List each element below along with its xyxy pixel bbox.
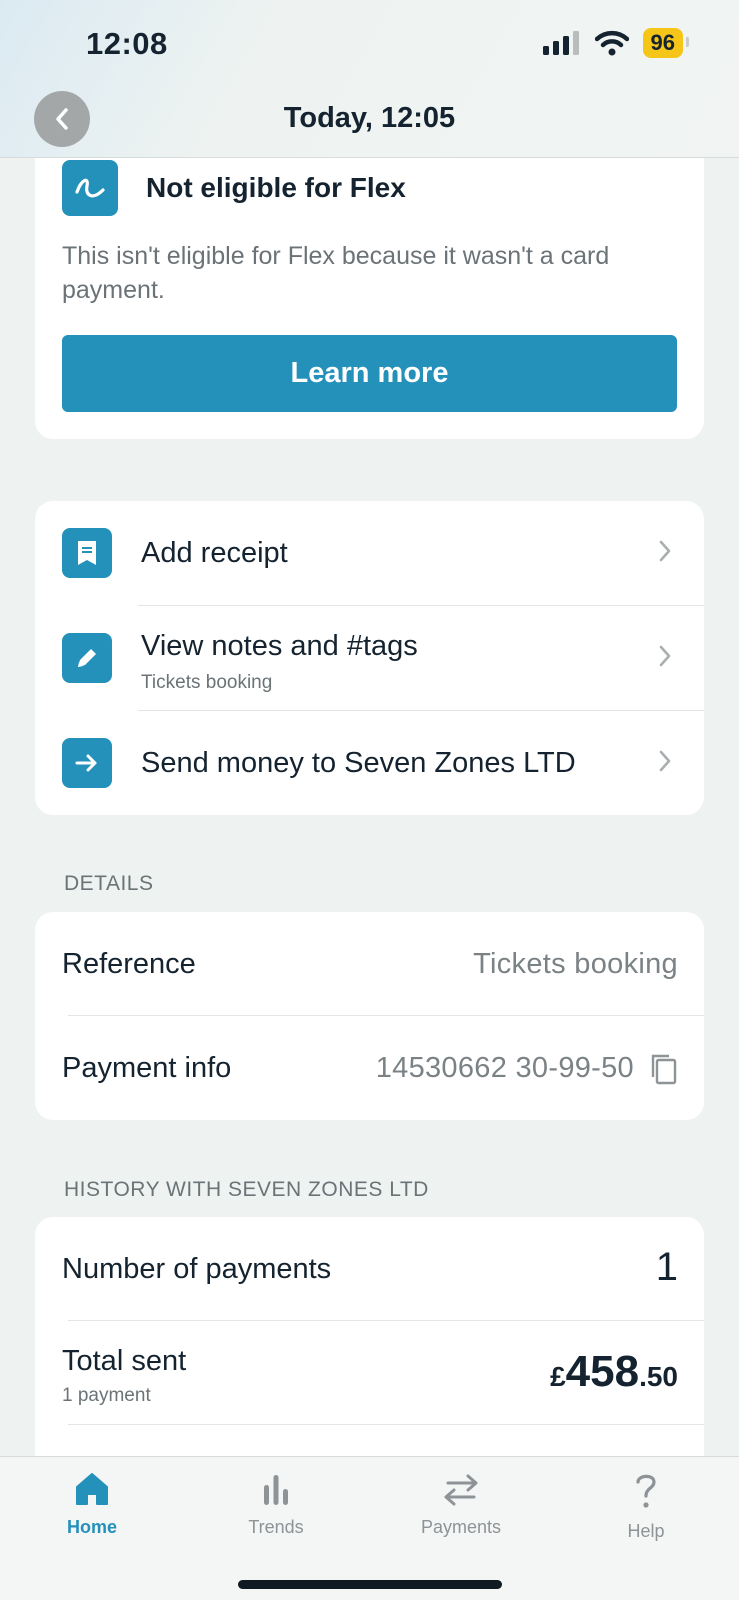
question-mark-icon	[636, 1474, 656, 1508]
battery-indicator: 96	[642, 28, 690, 58]
view-notes-label: View notes and #tags	[141, 630, 418, 662]
status-time: 12:08	[86, 26, 168, 61]
currency-symbol: £	[550, 1361, 566, 1392]
tab-home-label: Home	[66, 1517, 117, 1537]
send-money-row[interactable]: Send money to Seven Zones LTD	[35, 711, 704, 815]
tab-trends[interactable]: Trends	[206, 1471, 346, 1538]
reference-label: Reference	[62, 948, 196, 980]
receipt-icon	[62, 528, 112, 578]
copy-icon[interactable]	[648, 1052, 678, 1086]
bar-chart-icon	[264, 1475, 288, 1505]
reference-row: Reference Tickets booking	[35, 912, 704, 1016]
chevron-right-icon	[659, 645, 671, 667]
tab-trends-label: Trends	[248, 1517, 304, 1537]
flex-title: Not eligible for Flex	[146, 172, 406, 203]
pencil-icon	[62, 633, 112, 683]
tab-help-label: Help	[627, 1521, 665, 1541]
total-sent-row: Total sent 1 payment £ 458 .50	[35, 1321, 704, 1425]
payments-count-row: Number of payments 1	[35, 1217, 704, 1321]
view-notes-sublabel: Tickets booking	[141, 672, 273, 693]
flex-icon	[62, 160, 118, 216]
status-icons: 96	[542, 28, 690, 58]
send-money-label: Send money to Seven Zones LTD	[141, 747, 576, 779]
home-icon	[76, 1473, 108, 1505]
tab-payments[interactable]: Payments	[391, 1471, 531, 1538]
chevron-right-icon	[659, 540, 671, 562]
details-card: Reference Tickets booking Payment info 1…	[35, 912, 704, 1120]
amount-whole: 458	[565, 1347, 640, 1396]
signal-icon	[542, 31, 579, 55]
tab-bar: Home Trends Payments Help	[0, 1456, 739, 1600]
history-card: Number of payments 1 Total sent 1 paymen…	[35, 1217, 704, 1457]
add-receipt-label: Add receipt	[141, 537, 288, 569]
amount-decimal: .50	[639, 1361, 678, 1392]
details-heading: DETAILS	[64, 872, 154, 895]
flex-card: Not eligible for Flex This isn't eligibl…	[35, 130, 704, 439]
total-sent-label: Total sent	[62, 1345, 187, 1377]
wifi-icon	[594, 30, 629, 56]
transfer-arrows-icon	[444, 1474, 478, 1506]
chevron-right-icon	[659, 750, 671, 772]
home-indicator	[238, 1580, 502, 1589]
divider	[68, 1424, 704, 1425]
tab-payments-label: Payments	[420, 1517, 502, 1537]
total-sent-sublabel: 1 payment	[62, 1385, 151, 1406]
tab-home[interactable]: Home	[22, 1471, 162, 1538]
flex-description: This isn't eligible for Flex because it …	[62, 242, 610, 304]
arrow-right-icon	[62, 738, 112, 788]
tab-help[interactable]: Help	[576, 1471, 716, 1542]
total-sent-amount: £ 458 .50	[550, 1347, 678, 1397]
page-title: Today, 12:05	[283, 102, 456, 134]
payments-count-value: 1	[655, 1245, 678, 1289]
learn-more-button[interactable]: Learn more	[62, 335, 677, 412]
actions-card: Add receipt View notes and #tags Tickets…	[35, 501, 704, 815]
payments-count-label: Number of payments	[62, 1253, 332, 1285]
reference-value: Tickets booking	[473, 948, 678, 980]
payment-info-label: Payment info	[62, 1052, 232, 1084]
view-notes-row[interactable]: View notes and #tags Tickets booking	[35, 606, 704, 710]
history-heading: HISTORY WITH SEVEN ZONES LTD	[64, 1178, 429, 1201]
payment-info-value: 14530662 30-99-50	[375, 1052, 634, 1084]
payment-info-row: Payment info 14530662 30-99-50	[35, 1016, 704, 1120]
add-receipt-row[interactable]: Add receipt	[35, 501, 704, 605]
header: 12:08 96 Today, 12:05	[0, 0, 739, 158]
